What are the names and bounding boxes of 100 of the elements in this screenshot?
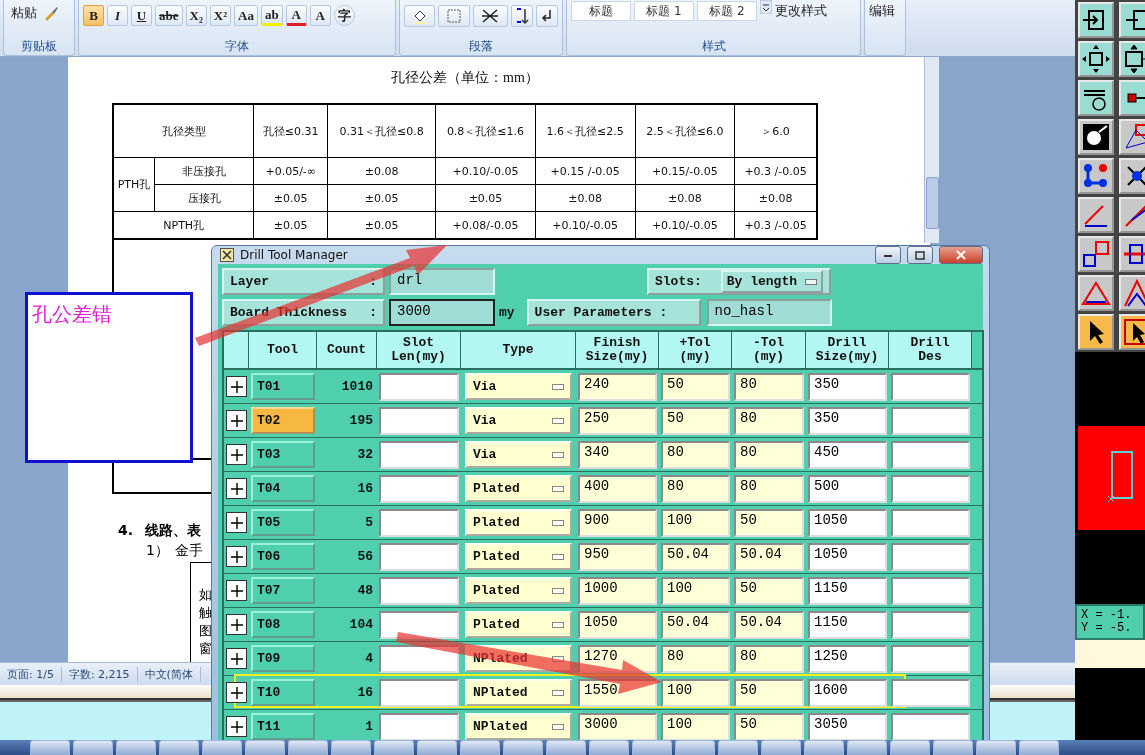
drill-description-field[interactable] xyxy=(891,542,970,571)
drill-description-field[interactable] xyxy=(891,712,970,741)
shading-button[interactable] xyxy=(404,5,436,27)
change-styles-button[interactable]: 更改样式 xyxy=(775,2,827,20)
type-dropdown[interactable]: Via xyxy=(465,441,572,468)
tool-button[interactable]: T11 xyxy=(251,713,315,740)
plus-tolerance-field[interactable]: 80 xyxy=(661,644,730,673)
tool-button[interactable]: T02 xyxy=(251,407,315,434)
tool-button[interactable] xyxy=(1078,197,1114,233)
style-item[interactable]: 标题 xyxy=(571,1,631,21)
drill-size-field[interactable]: 3050 xyxy=(808,712,887,741)
paragraph-mark-button[interactable] xyxy=(535,5,558,27)
expand-button[interactable] xyxy=(226,682,247,703)
minus-tolerance-field[interactable]: 80 xyxy=(734,406,804,435)
slot-length-field[interactable] xyxy=(379,508,459,537)
expand-button[interactable] xyxy=(226,410,247,431)
scrollbar[interactable] xyxy=(924,57,939,243)
minimize-button[interactable] xyxy=(875,246,901,264)
type-dropdown[interactable]: Via xyxy=(465,407,572,434)
plus-tolerance-field[interactable]: 50 xyxy=(661,406,730,435)
plus-tolerance-field[interactable]: 80 xyxy=(661,474,730,503)
taskbar-button[interactable] xyxy=(804,740,844,755)
format-button[interactable]: A xyxy=(309,5,331,26)
style-item[interactable]: 标题 2 xyxy=(697,1,757,21)
type-dropdown[interactable]: Plated xyxy=(465,509,572,536)
drill-description-field[interactable] xyxy=(891,372,970,401)
type-dropdown[interactable]: NPlated xyxy=(465,679,572,706)
taskbar-button[interactable] xyxy=(460,740,500,755)
minus-tolerance-field[interactable]: 50.04 xyxy=(734,610,804,639)
paste-button[interactable]: 粘贴 xyxy=(8,2,40,23)
tool-button[interactable]: T06 xyxy=(251,543,315,570)
tool-button[interactable] xyxy=(1119,119,1145,155)
slot-length-field[interactable] xyxy=(379,406,459,435)
tool-button[interactable] xyxy=(1078,158,1114,194)
slot-length-field[interactable] xyxy=(379,542,459,571)
type-dropdown[interactable]: Via xyxy=(465,373,572,400)
type-dropdown[interactable]: Plated xyxy=(465,611,572,638)
layer-field[interactable]: drl xyxy=(389,268,495,295)
format-button[interactable]: B xyxy=(83,5,104,26)
style-item[interactable]: 标题 1 xyxy=(634,1,694,21)
drill-size-field[interactable]: 1050 xyxy=(808,508,887,537)
drill-size-field[interactable]: 450 xyxy=(808,440,887,469)
expand-button[interactable] xyxy=(226,716,247,737)
more-styles-icon[interactable] xyxy=(760,0,772,14)
taskbar-button[interactable] xyxy=(73,740,113,755)
taskbar-button[interactable] xyxy=(374,740,414,755)
tool-button[interactable] xyxy=(1119,275,1145,311)
thickness-field[interactable]: 3000 xyxy=(389,299,495,326)
format-button[interactable]: I xyxy=(107,5,128,26)
plus-tolerance-field[interactable]: 100 xyxy=(661,678,730,707)
finish-size-field[interactable]: 250 xyxy=(578,406,657,435)
plus-tolerance-field[interactable]: 50 xyxy=(661,372,730,401)
drill-description-field[interactable] xyxy=(891,440,970,469)
minus-tolerance-field[interactable]: 50.04 xyxy=(734,542,804,571)
drill-description-field[interactable] xyxy=(891,610,970,639)
finish-size-field[interactable]: 1050 xyxy=(578,610,657,639)
tool-button[interactable]: T03 xyxy=(251,441,315,468)
close-button[interactable] xyxy=(939,246,983,264)
taskbar-button[interactable] xyxy=(503,740,543,755)
drill-description-field[interactable] xyxy=(891,508,970,537)
plus-tolerance-field[interactable]: 100 xyxy=(661,712,730,741)
drill-size-field[interactable]: 500 xyxy=(808,474,887,503)
plus-tolerance-field[interactable]: 50.04 xyxy=(661,610,730,639)
brush-icon[interactable] xyxy=(43,4,59,21)
taskbar-button[interactable] xyxy=(288,740,328,755)
drill-size-field[interactable]: 350 xyxy=(808,372,887,401)
drill-size-field[interactable]: 1150 xyxy=(808,576,887,605)
minus-tolerance-field[interactable]: 80 xyxy=(734,644,804,673)
format-button[interactable]: ab xyxy=(261,5,283,26)
expand-button[interactable] xyxy=(226,580,247,601)
layout-button[interactable] xyxy=(472,5,508,27)
format-button[interactable]: Aa xyxy=(234,5,258,26)
type-dropdown[interactable]: Plated xyxy=(465,475,572,502)
taskbar-button[interactable] xyxy=(159,740,199,755)
format-button[interactable]: A xyxy=(285,5,307,26)
type-dropdown[interactable]: NPlated xyxy=(465,713,572,740)
drill-description-field[interactable] xyxy=(891,678,970,707)
maximize-button[interactable] xyxy=(907,246,933,264)
tool-button[interactable] xyxy=(1078,275,1114,311)
tool-button[interactable] xyxy=(1119,314,1145,350)
format-button[interactable]: X² xyxy=(209,5,232,26)
tool-button[interactable] xyxy=(1119,236,1145,272)
tool-button[interactable]: T09 xyxy=(251,645,315,672)
taskbar-button[interactable] xyxy=(847,740,887,755)
format-button[interactable]: 字 xyxy=(333,5,355,26)
taskbar-button[interactable] xyxy=(1019,740,1059,755)
minus-tolerance-field[interactable]: 50 xyxy=(734,508,804,537)
expand-button[interactable] xyxy=(226,478,247,499)
tool-button[interactable] xyxy=(1078,314,1114,350)
finish-size-field[interactable]: 950 xyxy=(578,542,657,571)
taskbar-button[interactable] xyxy=(116,740,156,755)
taskbar-button[interactable] xyxy=(417,740,457,755)
type-dropdown[interactable]: Plated xyxy=(465,577,572,604)
tool-button[interactable] xyxy=(1119,41,1145,77)
tool-button[interactable]: T10 xyxy=(251,679,315,706)
minus-tolerance-field[interactable]: 80 xyxy=(734,474,804,503)
plus-tolerance-field[interactable]: 80 xyxy=(661,440,730,469)
slot-length-field[interactable] xyxy=(379,440,459,469)
finish-size-field[interactable]: 1000 xyxy=(578,576,657,605)
tool-button[interactable]: T04 xyxy=(251,475,315,502)
